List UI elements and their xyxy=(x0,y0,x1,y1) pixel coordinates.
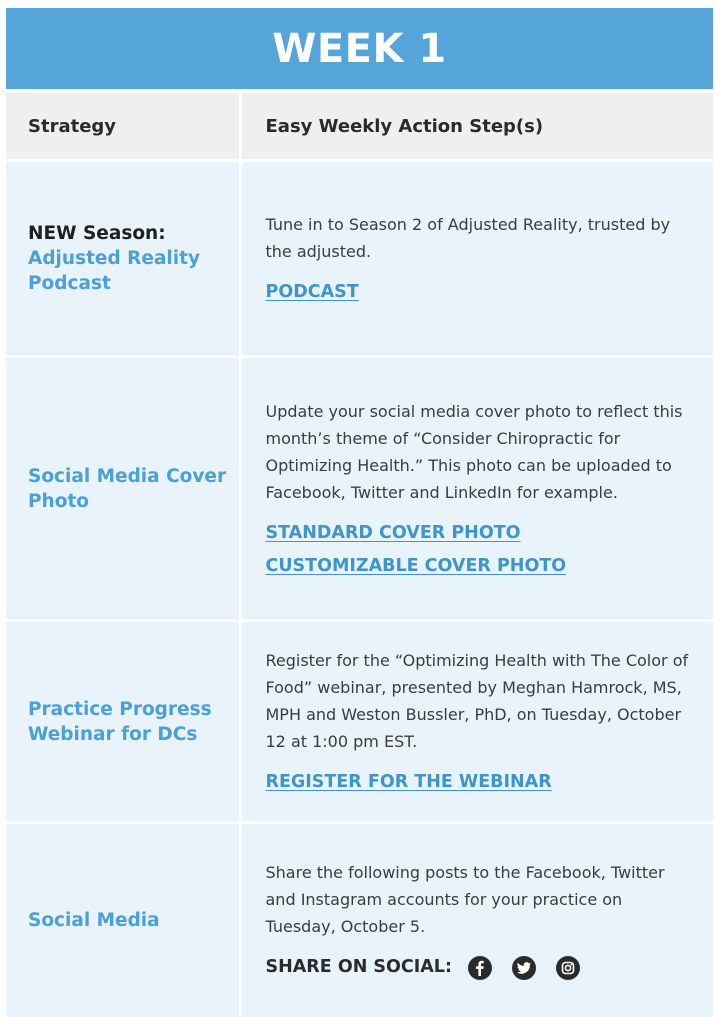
strategy-label: Social Media xyxy=(28,909,160,931)
customizable-cover-photo-link[interactable]: CUSTOMIZABLE COVER PHOTO xyxy=(266,553,690,580)
share-label: SHARE ON SOCIAL: xyxy=(265,957,452,978)
action-cell: Share the following posts to the Faceboo… xyxy=(240,821,713,1017)
facebook-icon[interactable] xyxy=(467,955,492,980)
action-cell: Update your social media cover photo to … xyxy=(240,355,713,621)
strategy-cell: Social Media Cover Photo xyxy=(6,355,242,621)
action-text: Share the following posts to the Faceboo… xyxy=(265,863,665,937)
register-webinar-link[interactable]: REGISTER FOR THE WEBINAR xyxy=(266,769,690,796)
table-header-row: Strategy Easy Weekly Action Step(s) xyxy=(6,89,713,161)
action-column-header: Easy Weekly Action Step(s) xyxy=(240,89,713,161)
table-row-social-media: Social Media Share the following posts t… xyxy=(6,821,713,1017)
strategy-cell: NEW Season: Adjusted Reality Podcast xyxy=(6,159,242,357)
podcast-link[interactable]: PODCAST xyxy=(266,279,690,306)
strategy-column-header: Strategy xyxy=(6,89,242,161)
twitter-icon[interactable] xyxy=(511,955,536,980)
action-text: Tune in to Season 2 of Adjusted Reality,… xyxy=(265,215,671,261)
week-title: WEEK 1 xyxy=(272,25,447,72)
instagram-icon[interactable] xyxy=(555,955,580,980)
action-text: Update your social media cover photo to … xyxy=(265,401,683,502)
week-banner: WEEK 1 xyxy=(6,8,713,89)
strategy-cell: Practice Progress Webinar for DCs xyxy=(6,619,242,823)
standard-cover-photo-link[interactable]: STANDARD COVER PHOTO xyxy=(266,520,690,547)
table-row-webinar: Practice Progress Webinar for DCs Regist… xyxy=(6,619,713,823)
strategy-cell: Social Media xyxy=(6,821,242,1017)
action-cell: Tune in to Season 2 of Adjusted Reality,… xyxy=(240,159,713,357)
action-cell: Register for the “Optimizing Health with… xyxy=(240,619,713,823)
week-schedule: WEEK 1 Strategy Easy Weekly Action Step(… xyxy=(6,8,713,1017)
strategy-label: Social Media Cover Photo xyxy=(28,465,227,512)
table-row-cover-photo: Social Media Cover Photo Update your soc… xyxy=(6,355,713,621)
table-row-podcast: NEW Season: Adjusted Reality Podcast Tun… xyxy=(6,159,713,357)
new-season-label: NEW Season: xyxy=(28,223,166,244)
share-on-social: SHARE ON SOCIAL: xyxy=(266,954,690,981)
strategy-label: Practice Progress Webinar for DCs xyxy=(28,698,212,745)
action-text: Register for the “Optimizing Health with… xyxy=(265,651,689,751)
strategy-table: Strategy Easy Weekly Action Step(s) NEW … xyxy=(6,89,713,1017)
strategy-label: Adjusted Reality Podcast xyxy=(28,248,201,294)
